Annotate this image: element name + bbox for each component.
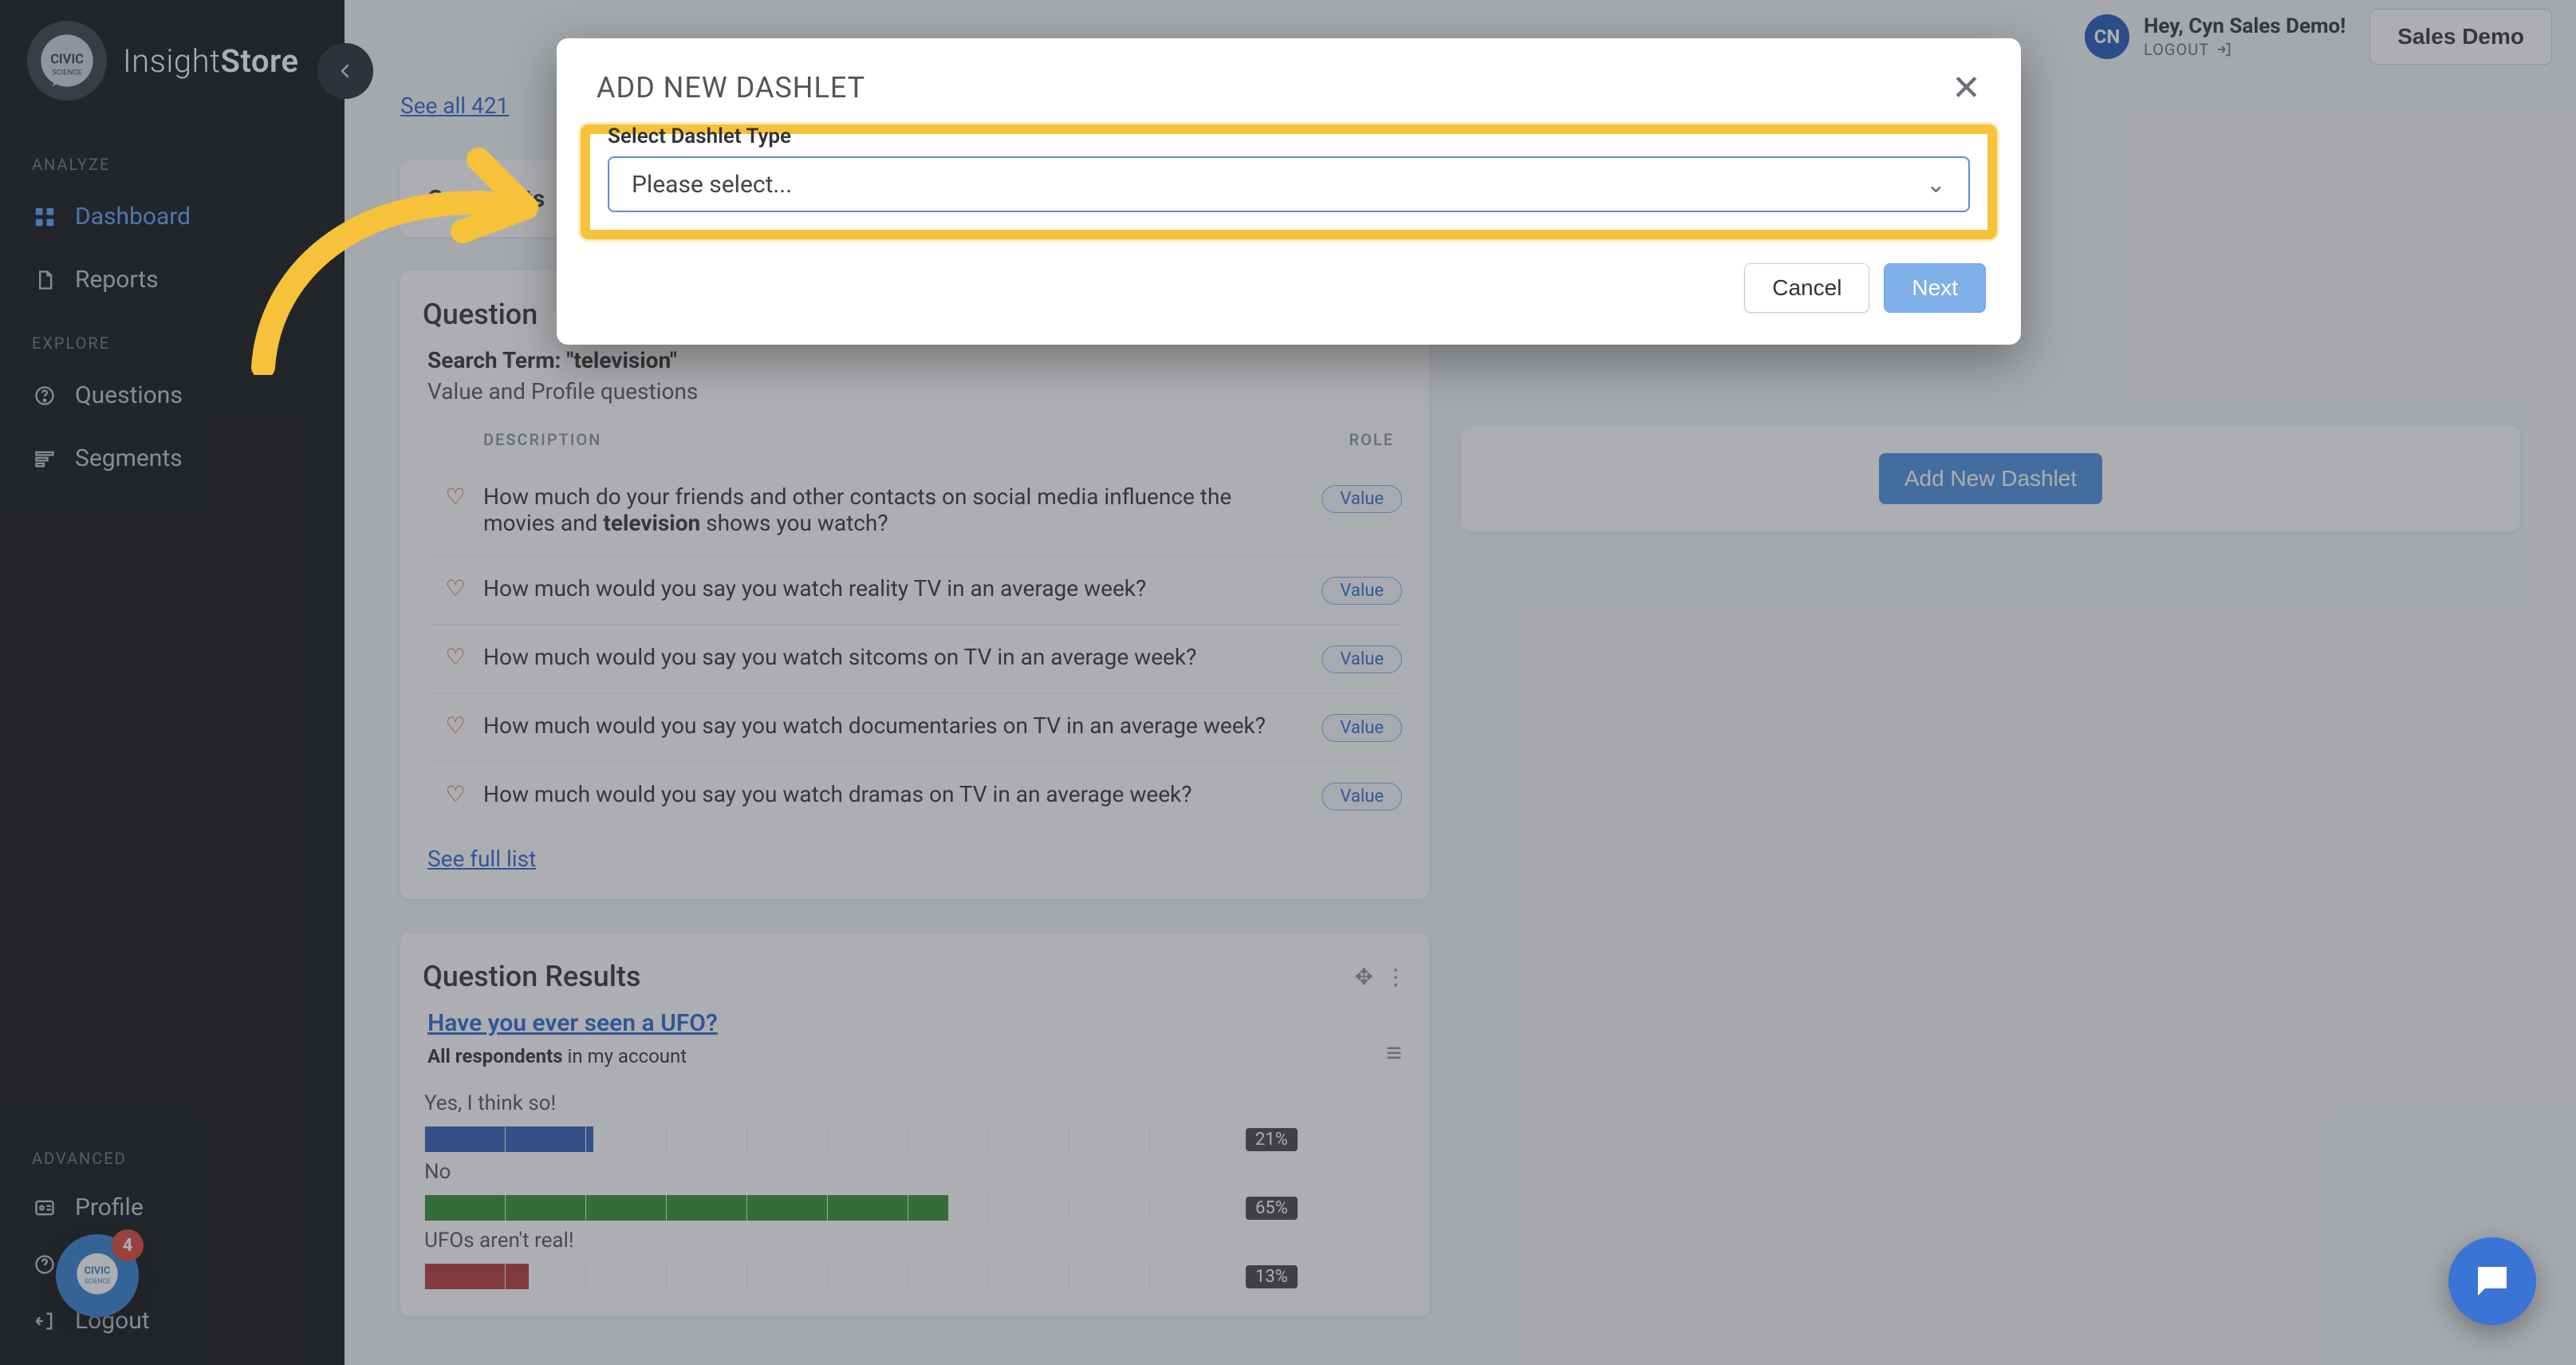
modal-title: ADD NEW DASHLET xyxy=(597,71,865,105)
chat-fab[interactable] xyxy=(2448,1237,2536,1325)
chevron-down-icon: ⌄ xyxy=(1926,171,1946,199)
next-button[interactable]: Next xyxy=(1884,263,1986,313)
close-icon[interactable]: ✕ xyxy=(1952,70,1981,105)
dashlet-type-select[interactable]: Please select... ⌄ xyxy=(608,156,1970,212)
cancel-button[interactable]: Cancel xyxy=(1744,263,1869,313)
dashlet-type-field-highlight: Select Dashlet Type Please select... ⌄ xyxy=(581,124,1997,239)
add-dashlet-modal: ADD NEW DASHLET ✕ Select Dashlet Type Pl… xyxy=(557,38,2021,345)
field-label: Select Dashlet Type xyxy=(608,124,1970,148)
select-placeholder: Please select... xyxy=(632,171,792,199)
chat-icon xyxy=(2471,1260,2514,1303)
